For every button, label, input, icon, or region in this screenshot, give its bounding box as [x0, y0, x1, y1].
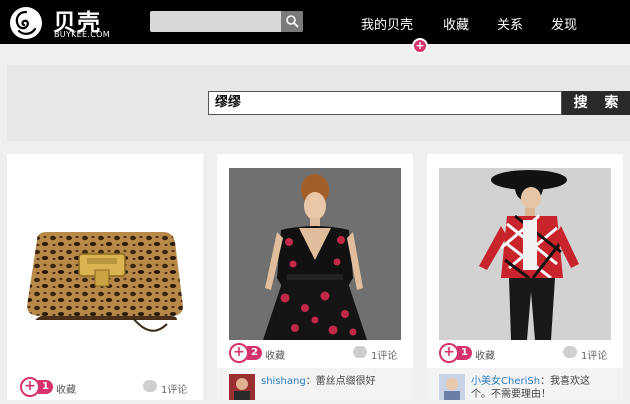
nav-my-buykee[interactable]: 我的贝壳: [361, 14, 413, 33]
header-search-input[interactable]: [150, 11, 280, 32]
logo-domain: BUYKEE.COM: [54, 30, 110, 39]
comment-preview: 小美女CheriSh：我喜欢这个。不需要理由！: [427, 368, 623, 400]
search-icon: [286, 15, 299, 28]
like-count: 2: [247, 346, 262, 360]
nav-discover[interactable]: 发现: [551, 14, 577, 33]
card-actions: + 1 收藏 1评论: [439, 343, 615, 366]
product-image-dress[interactable]: [229, 168, 401, 340]
top-navigation-bar: 贝壳 BUYKEE.COM 我的贝壳 收藏 关系 发现: [0, 0, 630, 44]
comment-preview: shishang：蕾丝点缀很好: [217, 368, 413, 400]
shell-logo-icon: [10, 7, 42, 39]
card-actions: + 2 收藏 1评论: [229, 343, 405, 366]
comment-username[interactable]: shishang: [261, 376, 306, 387]
add-favorite-button[interactable]: +: [229, 343, 249, 363]
logo[interactable]: 贝壳 BUYKEE.COM: [10, 5, 120, 39]
search-button[interactable]: 搜 索: [562, 91, 630, 115]
avatar[interactable]: [229, 374, 255, 400]
comment-count[interactable]: 1评论: [581, 347, 607, 362]
favorite-label: 收藏: [475, 351, 495, 362]
product-card[interactable]: + 1 收藏 1评论: [7, 154, 203, 400]
product-image-outfit[interactable]: [439, 168, 611, 340]
like-count: 1: [38, 380, 53, 394]
product-card[interactable]: + 1 收藏 1评论 小美女CheriSh：我喜欢这个。不需要理由！: [427, 154, 623, 400]
avatar[interactable]: [439, 374, 465, 400]
nav-relations[interactable]: 关系: [497, 14, 523, 33]
comment-count[interactable]: 1评论: [371, 347, 397, 362]
nav-active-badge[interactable]: +: [412, 38, 428, 54]
card-actions: + 1 收藏 1评论: [20, 377, 195, 400]
header-search-box: [150, 11, 303, 32]
comment-icon: [143, 380, 157, 392]
comment-username[interactable]: 小美女CheriSh: [471, 376, 540, 387]
comment-count[interactable]: 1评论: [161, 381, 187, 396]
like-count: 1: [457, 346, 472, 360]
product-image-handbag[interactable]: [17, 220, 191, 340]
add-favorite-button[interactable]: +: [20, 377, 40, 397]
comment-text: ：蕾丝点缀很好: [305, 376, 376, 387]
favorite-label: 收藏: [265, 351, 285, 362]
comment-icon: [563, 346, 577, 358]
product-card[interactable]: + 2 收藏 1评论 shishang：蕾丝点缀很好: [217, 154, 413, 400]
comment-icon: [353, 346, 367, 358]
add-favorite-button[interactable]: +: [439, 343, 459, 363]
nav-favorites[interactable]: 收藏: [443, 14, 469, 33]
main-search-input[interactable]: 缪缪: [208, 91, 562, 115]
header-search-button[interactable]: [281, 11, 303, 32]
favorite-label: 收藏: [56, 385, 76, 396]
